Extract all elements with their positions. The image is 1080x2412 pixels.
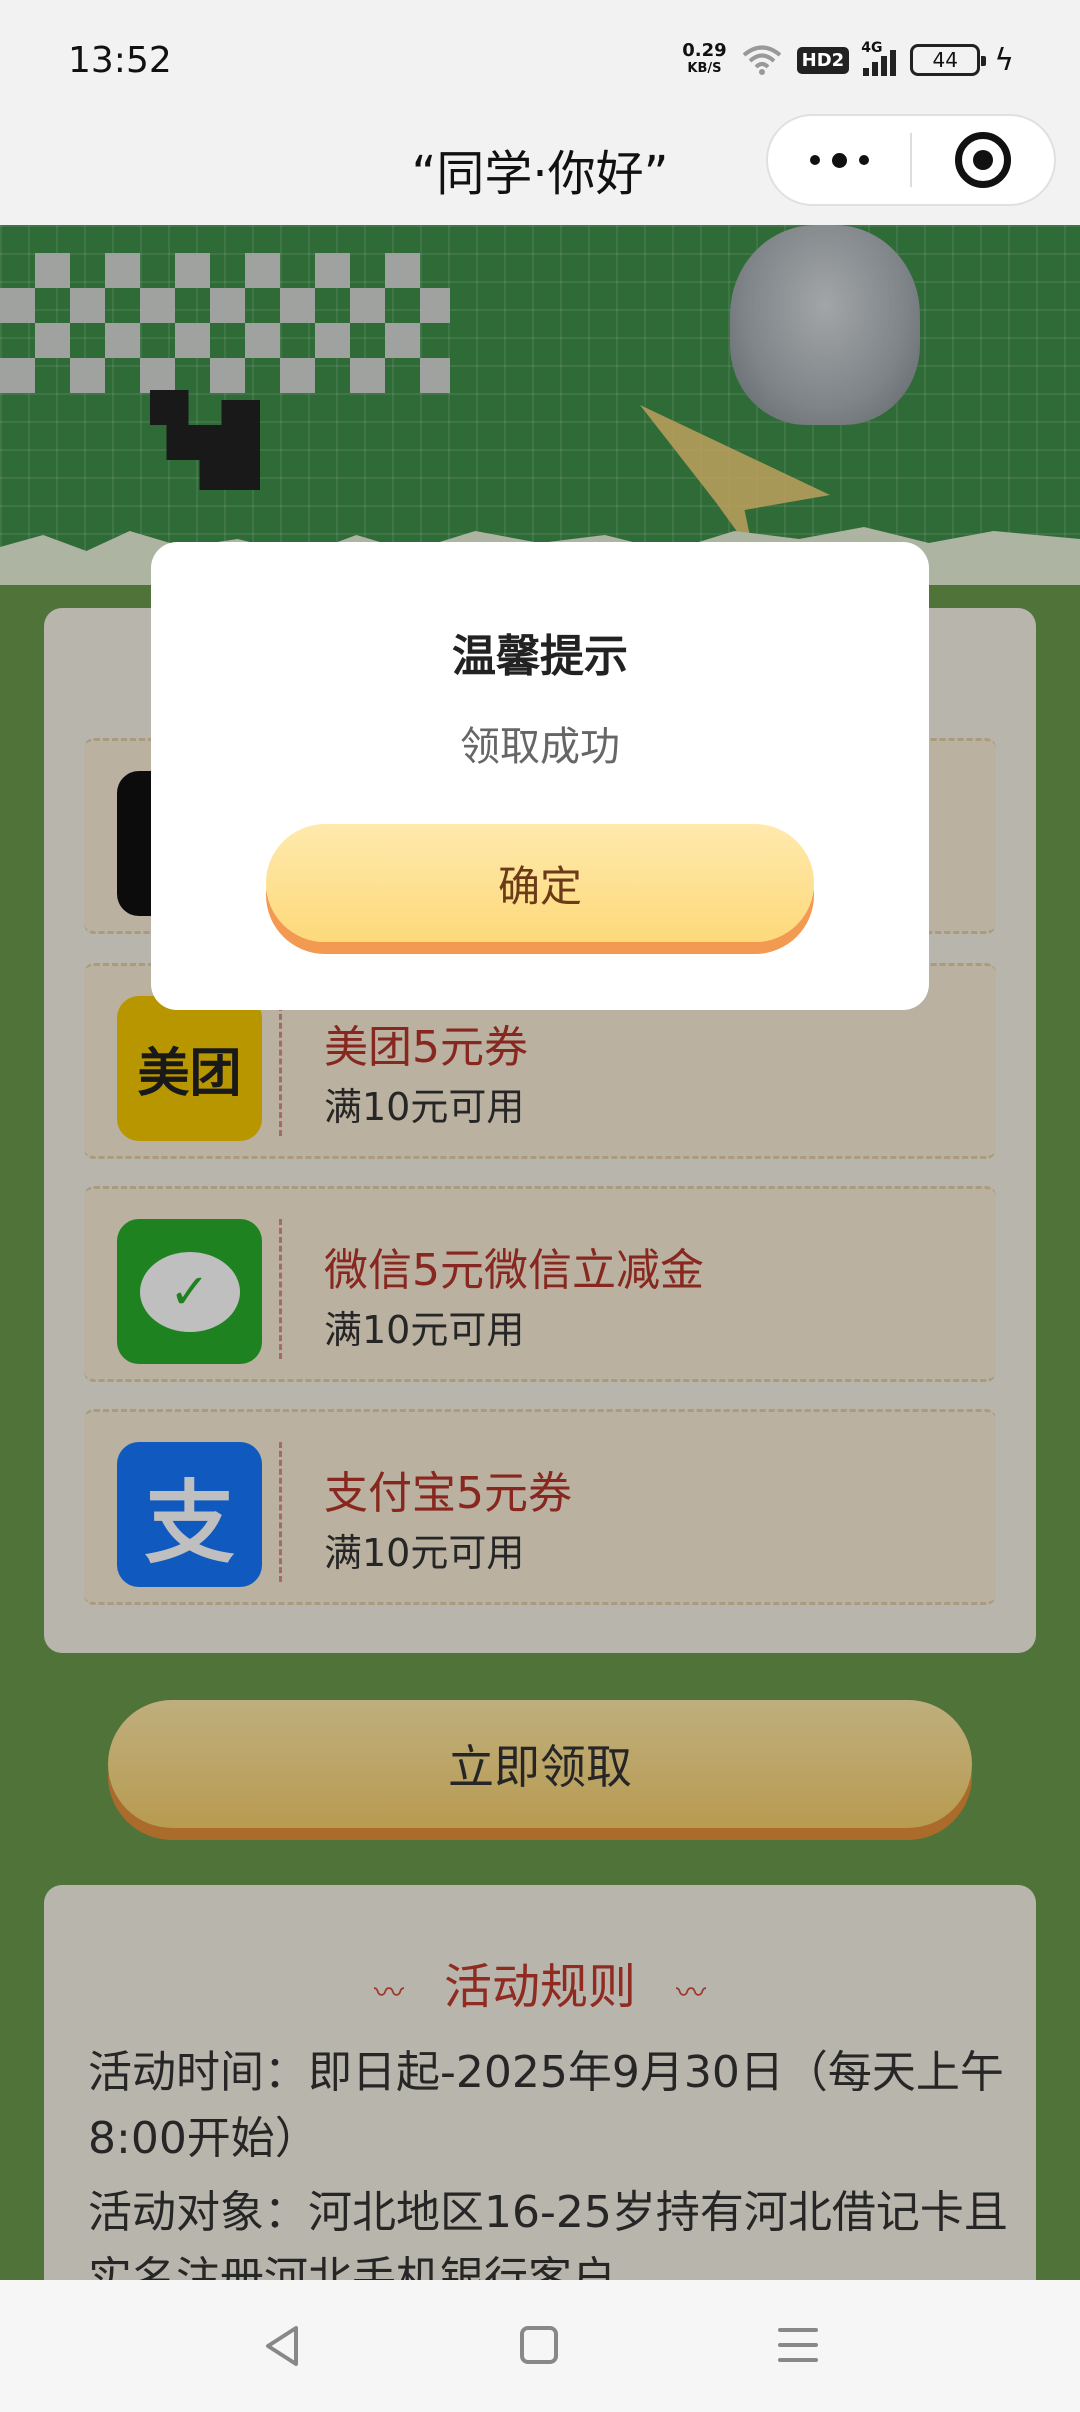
network-speed: 0.29 KB/S: [682, 42, 726, 78]
battery-level: 44: [932, 48, 958, 72]
battery-icon: 44: [910, 44, 987, 76]
network-speed-value: 0.29: [682, 40, 727, 61]
recent-apps-icon[interactable]: [778, 2328, 818, 2373]
status-icons: 0.29 KB/S HD2 4G 44 ϟ: [682, 38, 1014, 82]
close-target-icon: [954, 132, 1011, 188]
close-mini-program-button[interactable]: [912, 132, 1054, 188]
network-type-label: 4G: [861, 40, 883, 56]
system-nav-bar: [0, 2280, 1080, 2412]
confirm-button[interactable]: 确定: [266, 824, 814, 942]
cellular-signal-icon: 4G: [861, 40, 897, 76]
back-icon[interactable]: [262, 2324, 302, 2368]
more-options-button[interactable]: [768, 152, 910, 168]
capsule-menu: [766, 114, 1056, 206]
charging-icon: ϟ: [994, 42, 1014, 78]
status-time: 13:52: [68, 40, 172, 81]
home-icon[interactable]: [520, 2326, 558, 2364]
network-speed-unit: KB/S: [687, 61, 722, 76]
dialog-title: 温馨提示: [452, 631, 628, 682]
dialog-message: 领取成功: [460, 724, 620, 770]
mini-program-title-bar: “同学·你好”: [0, 110, 1080, 225]
modal-overlay[interactable]: [0, 225, 1080, 2280]
status-bar: 13:52 0.29 KB/S HD2 4G 44 ϟ: [0, 0, 1080, 110]
success-dialog: 温馨提示 领取成功 确定: [151, 542, 929, 1010]
wifi-icon: [742, 45, 781, 75]
hd-icon: HD2: [796, 46, 850, 74]
